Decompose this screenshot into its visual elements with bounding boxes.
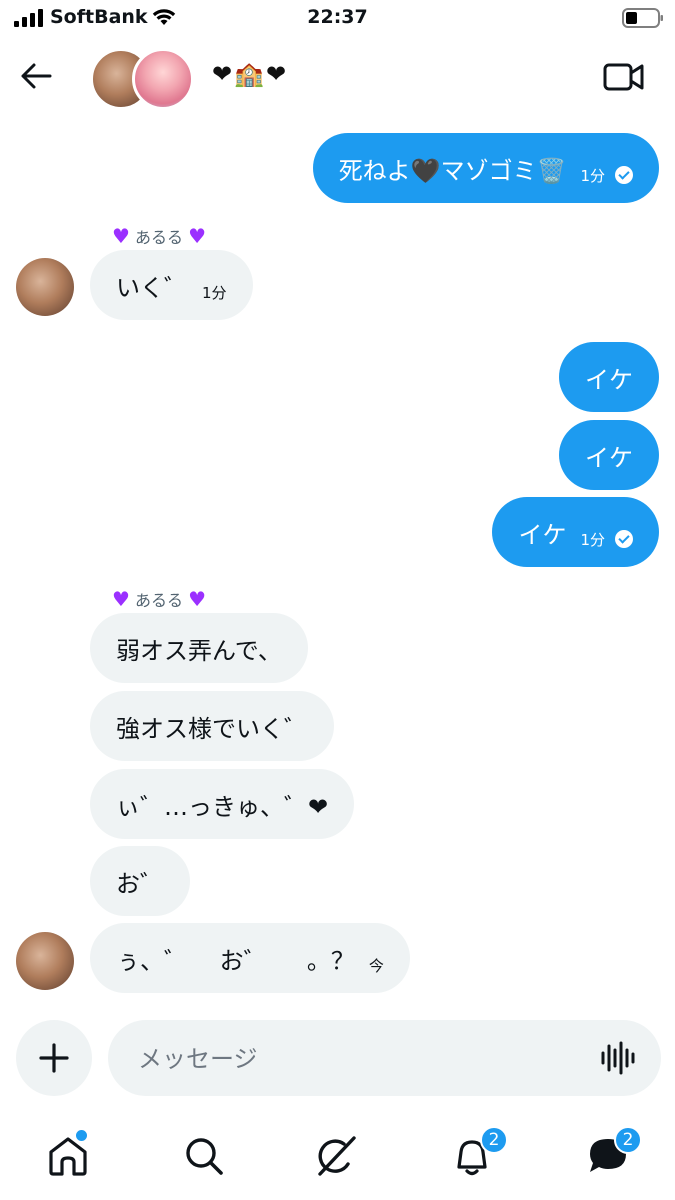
message-text: イケ [518, 520, 567, 549]
outgoing-message[interactable]: イケ 1分 [492, 497, 659, 567]
message-text: お゛ [116, 869, 164, 898]
message-composer [108, 1020, 661, 1098]
purple-heart-icon: ♥ [188, 587, 207, 611]
message-meta: 1分 [580, 165, 633, 186]
message-input[interactable] [136, 1020, 590, 1098]
nav-search[interactable] [182, 1134, 226, 1178]
video-camera-icon[interactable] [602, 60, 646, 94]
outgoing-message[interactable]: 死ねよ🖤マゾゴミ🗑️ 1分 [312, 133, 659, 203]
sender-name: ♥ あるる ♥ [112, 224, 207, 248]
group-avatars[interactable] [88, 45, 198, 110]
incoming-message[interactable]: ぅ、゛ お゛ 。？ 今 [90, 923, 410, 993]
conversation-title[interactable]: ❤🏫❤ [212, 60, 288, 88]
nav-messages[interactable]: 2 [586, 1126, 642, 1178]
back-button[interactable] [16, 56, 56, 96]
message-text: ぃ゛…っきゅ、゛❤ [116, 792, 329, 821]
message-time: 今 [368, 956, 384, 975]
message-text: いく゛ [116, 273, 188, 302]
message-time: 1分 [202, 283, 227, 302]
message-text: 強オス様でいく゛ [116, 714, 308, 743]
conversation-header: ❤🏫❤ [0, 40, 675, 115]
unread-dot [74, 1128, 89, 1143]
sender-name: ♥ あるる ♥ [112, 587, 207, 611]
outgoing-message[interactable]: イケ [559, 342, 659, 412]
arrow-left-icon [21, 63, 52, 89]
purple-heart-icon: ♥ [112, 224, 130, 248]
nav-grok[interactable] [314, 1134, 358, 1178]
status-bar: SoftBank 22:37 [0, 0, 675, 38]
incoming-message[interactable]: 弱オス弄んで、 [90, 613, 308, 683]
outgoing-message[interactable]: イケ [559, 420, 659, 490]
read-check-icon [615, 166, 633, 184]
nav-home[interactable] [46, 1128, 90, 1178]
message-text: ぅ、゛ お゛ 。？ [116, 946, 355, 975]
voice-waveform-icon[interactable] [600, 1040, 636, 1076]
message-text: イケ [585, 365, 633, 394]
incoming-message[interactable]: ぃ゛…っきゅ、゛❤ [90, 769, 355, 839]
message-badge: 2 [614, 1126, 642, 1154]
avatar[interactable] [16, 258, 74, 316]
message-time: 1分 [580, 530, 605, 549]
incoming-message[interactable]: いく゛ 1分 [90, 250, 253, 320]
message-text: イケ [585, 443, 633, 472]
notification-badge: 2 [480, 1126, 508, 1154]
incoming-message[interactable]: 強オス様でいく゛ [90, 691, 334, 761]
read-check-icon [615, 530, 633, 548]
incoming-message[interactable]: お゛ [90, 846, 190, 916]
search-icon [186, 1138, 223, 1175]
battery-icon [622, 8, 663, 28]
purple-heart-icon: ♥ [112, 587, 130, 611]
message-time: 1分 [580, 166, 605, 185]
avatar [132, 48, 194, 110]
avatar[interactable] [16, 932, 74, 990]
grok-icon [318, 1136, 356, 1176]
message-meta: 1分 [580, 529, 633, 550]
message-text: 死ねよ🖤マゾゴミ🗑️ [338, 156, 567, 185]
message-text: 弱オス弄んで、 [116, 636, 282, 665]
plus-icon [39, 1043, 69, 1073]
bottom-navigation: 2 2 [0, 1110, 675, 1200]
add-media-button[interactable] [16, 1020, 92, 1096]
nav-notifications[interactable]: 2 [450, 1126, 508, 1178]
clock: 22:37 [307, 6, 368, 28]
purple-heart-icon: ♥ [188, 224, 207, 248]
